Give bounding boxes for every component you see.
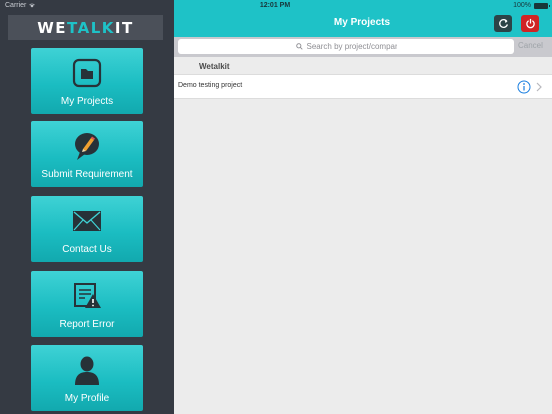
sidebar-item-label: My Projects [60,96,114,107]
sidebar: Carrier WETALKIT My Projects Submit Requ… [0,0,174,414]
logo-part-talk: TALK [67,18,115,37]
status-battery: 100% [513,2,550,9]
refresh-button[interactable] [494,15,512,32]
folder-icon [71,57,103,89]
power-icon [525,18,535,29]
document-warning-icon [71,280,103,312]
sidebar-item-report-error[interactable]: Report Error [31,271,143,337]
project-title: Demo testing project [178,82,243,89]
sidebar-item-submit-requirement[interactable]: Submit Requirement [31,121,143,187]
app-logo: WETALKIT [8,15,163,40]
main-panel: 12:01 PM 100% My Projects Can [174,0,552,414]
search-input[interactable] [306,42,397,51]
search-bar: Cancel [174,37,552,57]
logout-button[interactable] [521,15,539,32]
wifi-icon [29,3,36,8]
search-icon [295,43,303,50]
cancel-button[interactable]: Cancel [518,41,543,50]
top-bar: 12:01 PM 100% My Projects [174,0,552,37]
carrier-label: Carrier [5,2,27,9]
sidebar-item-label: Contact Us [62,244,112,255]
refresh-icon [498,19,508,28]
sidebar-item-label: Submit Requirement [41,169,133,180]
sidebar-item-my-projects[interactable]: My Projects [31,48,143,114]
search-field[interactable] [178,39,514,54]
status-carrier: Carrier [5,2,36,9]
chevron-right-icon [536,82,542,92]
battery-level: 100% [513,2,531,9]
status-time: 12:01 PM [259,2,291,9]
battery-icon [534,2,550,9]
logo-part-we: WE [37,18,68,37]
sidebar-item-contact-us[interactable]: Contact Us [31,196,143,262]
logo-part-it: IT [114,18,134,37]
info-icon[interactable] [517,80,531,94]
sidebar-item-my-profile[interactable]: My Profile [31,345,143,411]
sidebar-item-label: Report Error [59,319,115,330]
envelope-icon [71,205,103,237]
user-icon [71,354,103,386]
list-item[interactable]: Demo testing project [174,74,552,99]
chat-pencil-icon [71,130,103,162]
section-header: Wetalkit [174,59,552,74]
sidebar-item-label: My Profile [64,393,110,404]
